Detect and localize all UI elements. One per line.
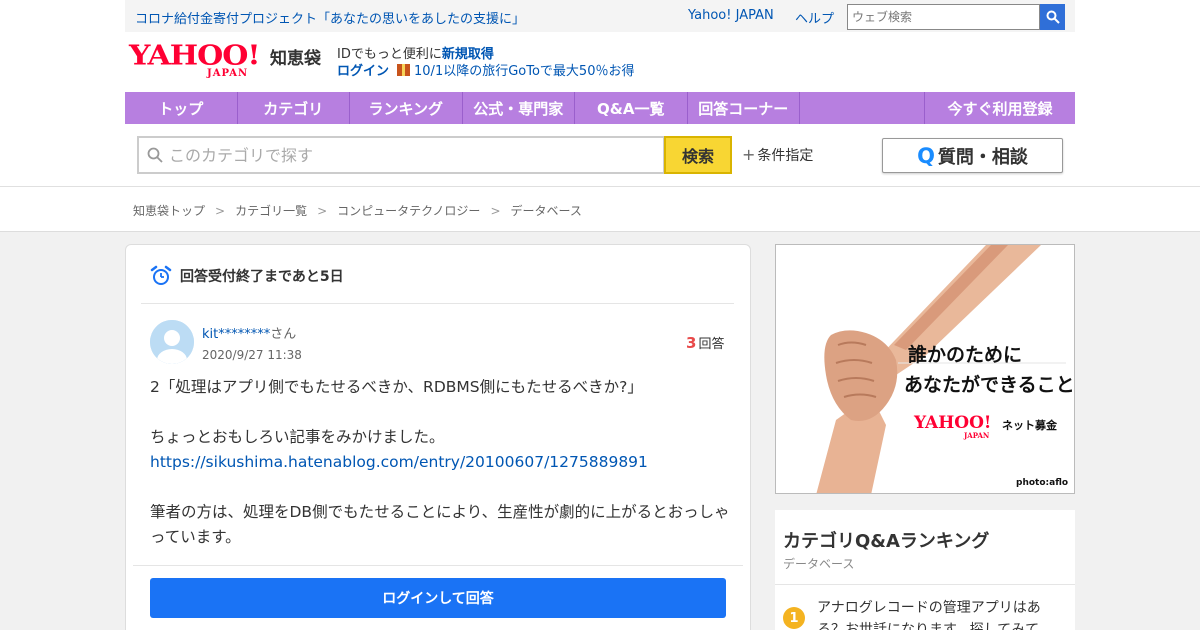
deadline-text: 回答受付終了まであと5日 bbox=[180, 269, 344, 285]
breadcrumb-top[interactable]: 知恵袋トップ bbox=[133, 204, 205, 218]
ranking-title: カテゴリQ&Aランキング bbox=[783, 531, 990, 552]
search-icon bbox=[147, 147, 163, 163]
question-line: 筆者の方は、処理をDB側でもたせることにより、生産性が劇的に上がるとおっしゃって… bbox=[150, 503, 730, 546]
search-button[interactable]: 検索 bbox=[664, 136, 732, 174]
user-avatar-icon bbox=[150, 320, 194, 364]
main-nav: トップ カテゴリ ランキング 公式・専門家 Q&A一覧 回答コーナー 今すぐ利用… bbox=[125, 92, 1075, 124]
category-ranking-panel: カテゴリQ&Aランキング データベース 1 アナログレコードの管理アプリはある？… bbox=[775, 510, 1075, 630]
nav-spacer bbox=[800, 92, 925, 124]
question-date: 2020/9/27 11:38 bbox=[202, 348, 302, 362]
breadcrumb-category-list[interactable]: カテゴリ一覧 bbox=[235, 204, 307, 218]
nav-tab-official[interactable]: 公式・専門家 bbox=[463, 92, 575, 124]
rank-badge: 1 bbox=[783, 607, 805, 629]
nav-tab-ranking[interactable]: ランキング bbox=[350, 92, 463, 124]
answer-count-label: 回答 bbox=[698, 337, 725, 352]
answer-count-number: 3 bbox=[686, 334, 697, 352]
breadcrumb-separator: > bbox=[490, 204, 501, 218]
login-to-answer-button[interactable]: ログインして回答 bbox=[150, 578, 726, 618]
question-line: 2「処理はアプリ側でもたせるべきか、RDBMS側にもたせるべきか?」 bbox=[150, 378, 643, 396]
chiebukuro-logo-text: 知恵袋 bbox=[270, 49, 321, 69]
question-body: 2「処理はアプリ側でもたせるべきか、RDBMS側にもたせるべきか?」 ちょっとお… bbox=[150, 375, 730, 575]
category-search-input[interactable] bbox=[169, 138, 659, 172]
nav-tab-qa-list[interactable]: Q&A一覧 bbox=[575, 92, 688, 124]
login-link[interactable]: ログイン bbox=[337, 64, 389, 79]
divider bbox=[775, 584, 1075, 585]
ask-label: 質問・相談 bbox=[937, 146, 1028, 168]
search-icon bbox=[1046, 10, 1060, 24]
breadcrumb: 知恵袋トップ > カテゴリ一覧 > コンピュータテクノロジー > データベース bbox=[133, 202, 582, 219]
ad-japan-logo: JAPAN bbox=[964, 431, 990, 440]
conditions-label: 条件指定 bbox=[757, 148, 814, 164]
nav-tab-answer-corner[interactable]: 回答コーナー bbox=[688, 92, 800, 124]
question-q-icon: Q bbox=[917, 143, 935, 168]
help-link[interactable]: ヘルプ bbox=[795, 8, 834, 27]
author-suffix: さん bbox=[270, 327, 297, 342]
yahoo-logo-text: YAHOO! bbox=[129, 40, 261, 72]
question-link[interactable]: https://sikushima.hatenablog.com/entry/2… bbox=[150, 453, 648, 471]
answer-count[interactable]: 3 回答 bbox=[686, 333, 724, 352]
nav-register-button[interactable]: 今すぐ利用登録 bbox=[925, 92, 1075, 124]
divider bbox=[133, 565, 743, 566]
web-search-button[interactable] bbox=[1040, 4, 1065, 30]
breadcrumb-database[interactable]: データベース bbox=[511, 204, 582, 218]
search-conditions-link[interactable]: + 条件指定 bbox=[742, 145, 813, 165]
ranking-subtitle: データベース bbox=[783, 557, 855, 571]
breadcrumb-computer-technology[interactable]: コンピュータテクノロジー bbox=[337, 204, 480, 218]
donation-ad-banner[interactable]: 誰かのために あなたができること YAHOO! JAPAN ネット募金 phot… bbox=[775, 244, 1075, 494]
yahoo-japan-link[interactable]: Yahoo! JAPAN bbox=[688, 8, 774, 23]
suitcase-icon bbox=[397, 64, 411, 76]
deadline-notice: 回答受付終了まであと5日 bbox=[150, 265, 344, 287]
question-line: ちょっとおもしろい記事をみかけました。 bbox=[150, 428, 445, 446]
breadcrumb-separator: > bbox=[215, 204, 226, 218]
ad-headline-1: 誰かのために bbox=[908, 344, 1023, 366]
alarm-clock-icon bbox=[150, 265, 172, 285]
avatar[interactable] bbox=[150, 320, 194, 364]
plus-icon: + bbox=[742, 145, 756, 164]
japan-logo-text: JAPAN bbox=[207, 68, 249, 79]
ask-question-button[interactable]: Q 質問・相談 bbox=[882, 138, 1063, 173]
nav-tab-top[interactable]: トップ bbox=[125, 92, 238, 124]
category-search-box bbox=[137, 136, 665, 174]
top-bar: コロナ給付金寄付プロジェクト「あなたの思いをあしたの支援に」 Yahoo! JA… bbox=[125, 0, 1075, 32]
goto-promo-link[interactable]: 10/1以降の旅行GoToで最大50％お得 bbox=[414, 64, 634, 79]
ad-headline-2: あなたができること bbox=[904, 374, 1075, 396]
web-search-input[interactable] bbox=[847, 4, 1040, 30]
ranking-item-link[interactable]: アナログレコードの管理アプリはある？お世話になります。探してみて bbox=[817, 597, 1052, 630]
nav-tab-category[interactable]: カテゴリ bbox=[238, 92, 350, 124]
question-author: kit********さん bbox=[202, 323, 296, 342]
breadcrumb-separator: > bbox=[317, 204, 328, 218]
ad-yahoo-logo: YAHOO! bbox=[914, 413, 992, 433]
divider bbox=[141, 303, 734, 304]
login-line: ログイン 10/1以降の旅行GoToで最大50％お得 bbox=[337, 60, 634, 79]
author-link[interactable]: kit******** bbox=[202, 327, 270, 342]
ad-bokin-label: ネット募金 bbox=[1002, 419, 1057, 432]
campaign-link[interactable]: コロナ給付金寄付プロジェクト「あなたの思いをあしたの支援に」 bbox=[135, 8, 525, 27]
ad-photo-credit: photo:aflo bbox=[1016, 478, 1069, 488]
